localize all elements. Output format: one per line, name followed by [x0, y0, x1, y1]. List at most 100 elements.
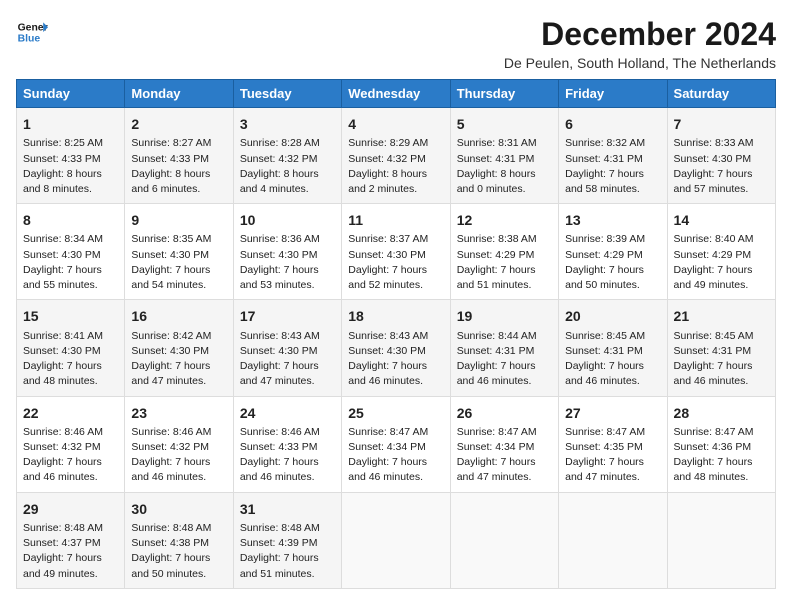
week-row-5: 29 Sunrise: 8:48 AM Sunset: 4:37 PM Dayli… [17, 492, 776, 588]
calendar-cell: 23Sunrise: 8:46 AM Sunset: 4:32 PM Dayli… [125, 396, 233, 492]
day-info: Sunrise: 8:33 AM Sunset: 4:30 PM Dayligh… [674, 137, 754, 195]
day-info: Sunrise: 8:45 AM Sunset: 4:31 PM Dayligh… [565, 330, 645, 388]
day-info: Sunrise: 8:42 AM Sunset: 4:30 PM Dayligh… [131, 330, 211, 388]
calendar-header-row: SundayMondayTuesdayWednesdayThursdayFrid… [17, 80, 776, 108]
calendar-cell [342, 492, 450, 588]
calendar-cell: 10Sunrise: 8:36 AM Sunset: 4:30 PM Dayli… [233, 204, 341, 300]
calendar-cell: 24Sunrise: 8:46 AM Sunset: 4:33 PM Dayli… [233, 396, 341, 492]
calendar-cell: 2 Sunrise: 8:27 AM Sunset: 4:33 PM Daylig… [125, 108, 233, 204]
calendar-cell: 31 Sunrise: 8:48 AM Sunset: 4:39 PM Dayli… [233, 492, 341, 588]
day-number: 4 [348, 114, 443, 134]
day-info: Sunrise: 8:27 AM Sunset: 4:33 PM Dayligh… [131, 137, 211, 195]
calendar-cell: 26 Sunrise: 8:47 AM Sunset: 4:34 PM Dayli… [450, 396, 558, 492]
day-info: Sunrise: 8:37 AM Sunset: 4:30 PM Dayligh… [348, 233, 428, 291]
column-header-saturday: Saturday [667, 80, 775, 108]
day-info: Sunrise: 8:36 AM Sunset: 4:30 PM Dayligh… [240, 233, 320, 291]
calendar-cell: 15Sunrise: 8:41 AM Sunset: 4:30 PM Dayli… [17, 300, 125, 396]
day-number: 2 [131, 114, 226, 134]
day-info: Sunrise: 8:46 AM Sunset: 4:32 PM Dayligh… [131, 426, 211, 484]
week-row-4: 22 Sunrise: 8:46 AM Sunset: 4:32 PM Dayli… [17, 396, 776, 492]
calendar-cell: 30 Sunrise: 8:48 AM Sunset: 4:38 PM Dayli… [125, 492, 233, 588]
day-number: 5 [457, 114, 552, 134]
column-header-sunday: Sunday [17, 80, 125, 108]
calendar-cell: 9Sunrise: 8:35 AM Sunset: 4:30 PM Daylig… [125, 204, 233, 300]
day-number: 17 [240, 306, 335, 326]
column-header-tuesday: Tuesday [233, 80, 341, 108]
day-number: 9 [131, 210, 226, 230]
day-number: 28 [674, 403, 769, 423]
day-number: 31 [240, 499, 335, 519]
day-number: 3 [240, 114, 335, 134]
day-info: Sunrise: 8:47 AM Sunset: 4:34 PM Dayligh… [348, 426, 428, 484]
calendar-cell: 16 Sunrise: 8:42 AM Sunset: 4:30 PM Dayli… [125, 300, 233, 396]
day-info: Sunrise: 8:40 AM Sunset: 4:29 PM Dayligh… [674, 233, 754, 291]
column-header-friday: Friday [559, 80, 667, 108]
day-info: Sunrise: 8:48 AM Sunset: 4:38 PM Dayligh… [131, 522, 211, 580]
calendar-cell: 13 Sunrise: 8:39 AM Sunset: 4:29 PM Dayli… [559, 204, 667, 300]
svg-text:Blue: Blue [18, 34, 41, 45]
calendar-cell: 19 Sunrise: 8:44 AM Sunset: 4:31 PM Dayli… [450, 300, 558, 396]
day-number: 14 [674, 210, 769, 230]
calendar-cell: 12 Sunrise: 8:38 AM Sunset: 4:29 PM Dayli… [450, 204, 558, 300]
day-number: 30 [131, 499, 226, 519]
day-number: 6 [565, 114, 660, 134]
calendar-cell [450, 492, 558, 588]
logo-icon: General Blue [16, 16, 48, 48]
day-info: Sunrise: 8:46 AM Sunset: 4:33 PM Dayligh… [240, 426, 320, 484]
calendar-cell: 14 Sunrise: 8:40 AM Sunset: 4:29 PM Dayli… [667, 204, 775, 300]
calendar-cell: 1Sunrise: 8:25 AM Sunset: 4:33 PM Daylig… [17, 108, 125, 204]
day-info: Sunrise: 8:29 AM Sunset: 4:32 PM Dayligh… [348, 137, 428, 195]
day-number: 21 [674, 306, 769, 326]
calendar-table: SundayMondayTuesdayWednesdayThursdayFrid… [16, 79, 776, 589]
day-info: Sunrise: 8:34 AM Sunset: 4:30 PM Dayligh… [23, 233, 103, 291]
day-number: 22 [23, 403, 118, 423]
day-number: 7 [674, 114, 769, 134]
header: General Blue December 2024 De Peulen, So… [16, 16, 776, 71]
day-number: 1 [23, 114, 118, 134]
day-info: Sunrise: 8:41 AM Sunset: 4:30 PM Dayligh… [23, 330, 103, 388]
calendar-cell: 11 Sunrise: 8:37 AM Sunset: 4:30 PM Dayli… [342, 204, 450, 300]
day-number: 8 [23, 210, 118, 230]
calendar-cell: 4 Sunrise: 8:29 AM Sunset: 4:32 PM Daylig… [342, 108, 450, 204]
day-number: 19 [457, 306, 552, 326]
week-row-2: 8 Sunrise: 8:34 AM Sunset: 4:30 PM Daylig… [17, 204, 776, 300]
day-info: Sunrise: 8:48 AM Sunset: 4:39 PM Dayligh… [240, 522, 320, 580]
day-info: Sunrise: 8:38 AM Sunset: 4:29 PM Dayligh… [457, 233, 537, 291]
day-info: Sunrise: 8:46 AM Sunset: 4:32 PM Dayligh… [23, 426, 103, 484]
calendar-cell: 17Sunrise: 8:43 AM Sunset: 4:30 PM Dayli… [233, 300, 341, 396]
calendar-body: 1Sunrise: 8:25 AM Sunset: 4:33 PM Daylig… [17, 108, 776, 589]
calendar-cell: 7 Sunrise: 8:33 AM Sunset: 4:30 PM Daylig… [667, 108, 775, 204]
day-info: Sunrise: 8:39 AM Sunset: 4:29 PM Dayligh… [565, 233, 645, 291]
day-info: Sunrise: 8:47 AM Sunset: 4:35 PM Dayligh… [565, 426, 645, 484]
day-info: Sunrise: 8:47 AM Sunset: 4:34 PM Dayligh… [457, 426, 537, 484]
day-number: 12 [457, 210, 552, 230]
column-header-wednesday: Wednesday [342, 80, 450, 108]
calendar-cell: 18Sunrise: 8:43 AM Sunset: 4:30 PM Dayli… [342, 300, 450, 396]
title-area: December 2024 De Peulen, South Holland, … [504, 16, 776, 71]
day-number: 29 [23, 499, 118, 519]
day-number: 13 [565, 210, 660, 230]
calendar-cell: 22 Sunrise: 8:46 AM Sunset: 4:32 PM Dayli… [17, 396, 125, 492]
calendar-cell [667, 492, 775, 588]
column-header-monday: Monday [125, 80, 233, 108]
day-info: Sunrise: 8:28 AM Sunset: 4:32 PM Dayligh… [240, 137, 320, 195]
day-number: 20 [565, 306, 660, 326]
day-number: 16 [131, 306, 226, 326]
day-info: Sunrise: 8:32 AM Sunset: 4:31 PM Dayligh… [565, 137, 645, 195]
day-info: Sunrise: 8:48 AM Sunset: 4:37 PM Dayligh… [23, 522, 103, 580]
day-number: 11 [348, 210, 443, 230]
calendar-cell: 25 Sunrise: 8:47 AM Sunset: 4:34 PM Dayli… [342, 396, 450, 492]
day-number: 25 [348, 403, 443, 423]
calendar-cell: 3 Sunrise: 8:28 AM Sunset: 4:32 PM Daylig… [233, 108, 341, 204]
column-header-thursday: Thursday [450, 80, 558, 108]
day-info: Sunrise: 8:44 AM Sunset: 4:31 PM Dayligh… [457, 330, 537, 388]
day-number: 26 [457, 403, 552, 423]
day-info: Sunrise: 8:45 AM Sunset: 4:31 PM Dayligh… [674, 330, 754, 388]
calendar-cell: 27 Sunrise: 8:47 AM Sunset: 4:35 PM Dayli… [559, 396, 667, 492]
day-number: 18 [348, 306, 443, 326]
logo: General Blue [16, 16, 48, 48]
calendar-cell: 8 Sunrise: 8:34 AM Sunset: 4:30 PM Daylig… [17, 204, 125, 300]
day-number: 27 [565, 403, 660, 423]
calendar-cell: 28Sunrise: 8:47 AM Sunset: 4:36 PM Dayli… [667, 396, 775, 492]
page-title: December 2024 [504, 16, 776, 53]
